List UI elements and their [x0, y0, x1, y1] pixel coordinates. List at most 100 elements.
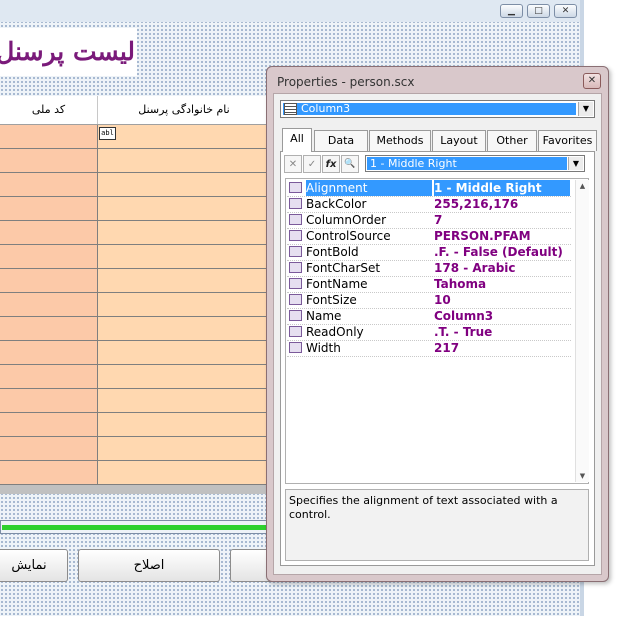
property-value[interactable]: 255,216,176 [434, 196, 570, 212]
grid-header-national-code[interactable]: کد ملی [0, 96, 98, 124]
scroll-up-icon[interactable]: ▲ [576, 180, 589, 192]
value-selector[interactable]: 1 - Middle Right ▼ [365, 155, 585, 172]
property-value[interactable]: 7 [434, 212, 570, 228]
table-row[interactable] [0, 437, 270, 461]
property-value[interactable]: 10 [434, 292, 570, 308]
scroll-down-icon[interactable]: ▼ [576, 470, 589, 482]
grid-cell-national-code[interactable] [0, 173, 98, 196]
tab-layout[interactable]: Layout [432, 130, 486, 151]
grid-cell-national-code[interactable] [0, 293, 98, 316]
chevron-down-icon[interactable]: ▼ [578, 102, 593, 116]
property-row[interactable]: FontBold .F. - False (Default) [287, 244, 571, 261]
grid-cell-national-code[interactable] [0, 197, 98, 220]
property-value[interactable]: 1 - Middle Right [434, 180, 570, 196]
grid-cell-national-code[interactable] [0, 269, 98, 292]
properties-close-button[interactable]: ✕ [583, 73, 601, 89]
table-row[interactable] [0, 293, 270, 317]
property-value[interactable]: 217 [434, 340, 570, 356]
table-row[interactable] [0, 389, 270, 413]
function-button[interactable]: fx [322, 155, 340, 173]
grid-cell-last-name[interactable] [98, 197, 270, 220]
table-row[interactable] [0, 173, 270, 197]
property-row[interactable]: ReadOnly .T. - True [287, 324, 571, 341]
tab-other[interactable]: Other [487, 130, 537, 151]
table-row[interactable] [0, 221, 270, 245]
tab-all[interactable]: All [282, 128, 312, 152]
property-row[interactable]: Width 217 [287, 340, 571, 357]
property-value[interactable]: .F. - False (Default) [434, 244, 570, 260]
grid-cell-national-code[interactable] [0, 245, 98, 268]
property-value[interactable]: 178 - Arabic [434, 260, 570, 276]
property-row[interactable]: FontName Tahoma [287, 276, 571, 293]
property-value[interactable]: Column3 [434, 308, 570, 324]
grid-header: کد ملی نام خانوادگی پرسنل [0, 96, 270, 125]
property-row[interactable]: Name Column3 [287, 308, 571, 325]
property-row[interactable]: Alignment 1 - Middle Right [287, 180, 571, 197]
accept-button[interactable]: ✓ [303, 155, 321, 173]
maximize-button[interactable]: □ [527, 4, 550, 18]
grid-cell-last-name[interactable] [98, 341, 270, 364]
table-row[interactable] [0, 149, 270, 173]
tab-favorites[interactable]: Favorites [538, 130, 597, 151]
grid-cell-national-code[interactable] [0, 365, 98, 388]
grid-cell-last-name[interactable] [98, 125, 270, 148]
table-row[interactable] [0, 269, 270, 293]
grid-cell-national-code[interactable] [0, 149, 98, 172]
tab-methods[interactable]: Methods [369, 130, 431, 151]
table-row[interactable] [0, 413, 270, 437]
property-value[interactable]: .T. - True [434, 324, 570, 340]
edit-button[interactable]: اصلاح [78, 549, 220, 582]
close-button[interactable]: ✕ [554, 4, 577, 18]
grid-cell-national-code[interactable] [0, 389, 98, 412]
grid-cell-national-code[interactable] [0, 125, 98, 148]
grid-cell-national-code[interactable] [0, 341, 98, 364]
table-row[interactable] [0, 317, 270, 341]
grid-cell-last-name[interactable] [98, 173, 270, 196]
property-row[interactable]: ControlSource PERSON.PFAM [287, 228, 571, 245]
grid-cell-national-code[interactable] [0, 413, 98, 436]
property-list-scrollbar[interactable]: ▲ ▼ [575, 180, 589, 482]
tab-data[interactable]: Data [314, 130, 368, 151]
table-row[interactable] [0, 461, 270, 485]
grid-cell-last-name[interactable] [98, 293, 270, 316]
zoom-button[interactable]: 🔍 [341, 155, 359, 173]
grid-cell-last-name[interactable] [98, 389, 270, 412]
table-row[interactable] [0, 245, 270, 269]
show-button[interactable]: نمایش [0, 549, 68, 582]
property-list[interactable]: Alignment 1 - Middle Right BackColor 255,21… [285, 178, 589, 484]
property-row[interactable]: BackColor 255,216,176 [287, 196, 571, 213]
property-row[interactable]: ColumnOrder 7 [287, 212, 571, 229]
minimize-button[interactable]: ▁ [500, 4, 523, 18]
table-row[interactable] [0, 365, 270, 389]
grid-cell-last-name[interactable] [98, 365, 270, 388]
table-row[interactable] [0, 197, 270, 221]
object-selector[interactable]: Column3 ▼ [280, 100, 595, 118]
grid-cell-national-code[interactable] [0, 221, 98, 244]
grid-cell-national-code[interactable] [0, 461, 98, 484]
table-row[interactable] [0, 341, 270, 365]
property-row[interactable]: FontCharSet 178 - Arabic [287, 260, 571, 277]
chevron-down-icon[interactable]: ▼ [568, 157, 583, 170]
grid-cell-national-code[interactable] [0, 437, 98, 460]
grid-cell-last-name[interactable] [98, 149, 270, 172]
grid-cell-last-name[interactable] [98, 437, 270, 460]
grid-cell-last-name[interactable] [98, 461, 270, 484]
grid-cell-last-name[interactable] [98, 413, 270, 436]
cancel-button[interactable]: ✕ [284, 155, 302, 173]
grid-cell-last-name[interactable] [98, 245, 270, 268]
personnel-grid[interactable]: کد ملی نام خانوادگی پرسنل abl [0, 96, 270, 494]
property-name: Name [306, 309, 342, 323]
property-name: FontName [306, 277, 368, 291]
property-value[interactable]: PERSON.PFAM [434, 228, 570, 244]
property-value[interactable]: Tahoma [434, 276, 570, 292]
grid-header-last-name[interactable]: نام خانوادگی پرسنل [98, 96, 270, 124]
property-row[interactable]: FontSize 10 [287, 292, 571, 309]
grid-cell-national-code[interactable] [0, 317, 98, 340]
property-icon [289, 198, 302, 209]
table-row[interactable]: abl [0, 125, 270, 149]
properties-window[interactable]: Properties - person.scx ✕ Column3 ▼ All … [266, 66, 609, 582]
property-icon [289, 310, 302, 321]
grid-cell-last-name[interactable] [98, 221, 270, 244]
grid-cell-last-name[interactable] [98, 317, 270, 340]
grid-cell-last-name[interactable] [98, 269, 270, 292]
